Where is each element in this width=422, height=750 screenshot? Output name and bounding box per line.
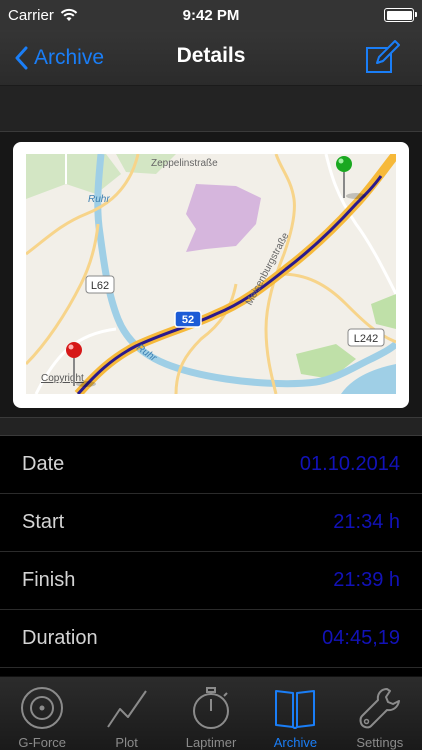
tab-settings[interactable]: Settings: [338, 677, 422, 750]
tab-laptimer[interactable]: Laptimer: [169, 677, 253, 750]
status-bar: Carrier 9:42 PM: [0, 0, 422, 30]
carrier-label: Carrier: [8, 6, 54, 24]
tab-label: Plot: [115, 735, 138, 750]
map-section: Zeppelinstraße Ruhr L62 52 Meisenburgstr…: [0, 132, 422, 418]
line-graph-icon: [106, 690, 147, 728]
battery-icon: [384, 8, 417, 22]
road-label-l242: L242: [354, 333, 378, 345]
map-copyright-link[interactable]: Copyright: [41, 373, 84, 384]
detail-value: 04:45,19: [322, 627, 400, 649]
detail-label: Date: [22, 453, 65, 475]
detail-value: 21:34 h: [333, 511, 400, 533]
detail-row-finish: Finish 21:39 h: [0, 552, 422, 610]
status-right: [274, 8, 417, 22]
detail-label: Start: [22, 511, 65, 533]
back-button[interactable]: Archive: [14, 42, 104, 74]
tab-archive[interactable]: Archive: [253, 677, 337, 750]
tab-label: Settings: [356, 735, 404, 750]
tab-g-force[interactable]: G-Force: [0, 677, 84, 750]
header-spacer: [0, 86, 422, 132]
detail-value: 01.10.2014: [299, 453, 400, 475]
street-label-zeppelin: Zeppelinstraße: [151, 158, 218, 169]
route-map[interactable]: Zeppelinstraße Ruhr L62 52 Meisenburgstr…: [26, 154, 396, 394]
detail-row-duration: Duration 04:45,19: [0, 610, 422, 668]
detail-row-start: Start 21:34 h: [0, 494, 422, 552]
detail-label: Finish: [22, 569, 76, 591]
target-icon: [21, 687, 64, 729]
battery-fill: [386, 10, 412, 20]
status-left: Carrier: [8, 7, 148, 24]
road-label-b52: 52: [182, 314, 194, 326]
road-label-l62: L62: [91, 280, 109, 292]
wrench-icon: [359, 688, 400, 729]
tab-bar: G-Force Plot Laptimer Archive Settings: [0, 676, 422, 750]
wifi-icon: [60, 8, 78, 21]
navigation-bar: Archive Details: [0, 30, 422, 86]
detail-row-date: Date 01.10.2014: [0, 436, 422, 494]
back-button-label: Archive: [34, 46, 105, 69]
details-list: Date 01.10.2014 Start 21:34 h Finish 21:…: [0, 436, 422, 668]
tab-label: Laptimer: [185, 735, 237, 750]
detail-value: 21:39 h: [333, 569, 400, 591]
map-frame: Zeppelinstraße Ruhr L62 52 Meisenburgstr…: [13, 142, 409, 408]
tab-label: Archive: [273, 735, 318, 750]
status-time: 9:42 PM: [182, 6, 240, 24]
river-label-top: Ruhr: [88, 194, 110, 205]
book-icon: [275, 690, 316, 729]
section-spacer: [0, 418, 422, 436]
stopwatch-icon: [193, 687, 230, 729]
tab-plot[interactable]: Plot: [84, 677, 168, 750]
detail-label: Duration: [22, 627, 98, 649]
tab-label: G-Force: [18, 735, 67, 750]
chevron-left-icon: [15, 46, 28, 70]
compose-icon: [366, 40, 400, 73]
compose-button[interactable]: [364, 40, 400, 76]
